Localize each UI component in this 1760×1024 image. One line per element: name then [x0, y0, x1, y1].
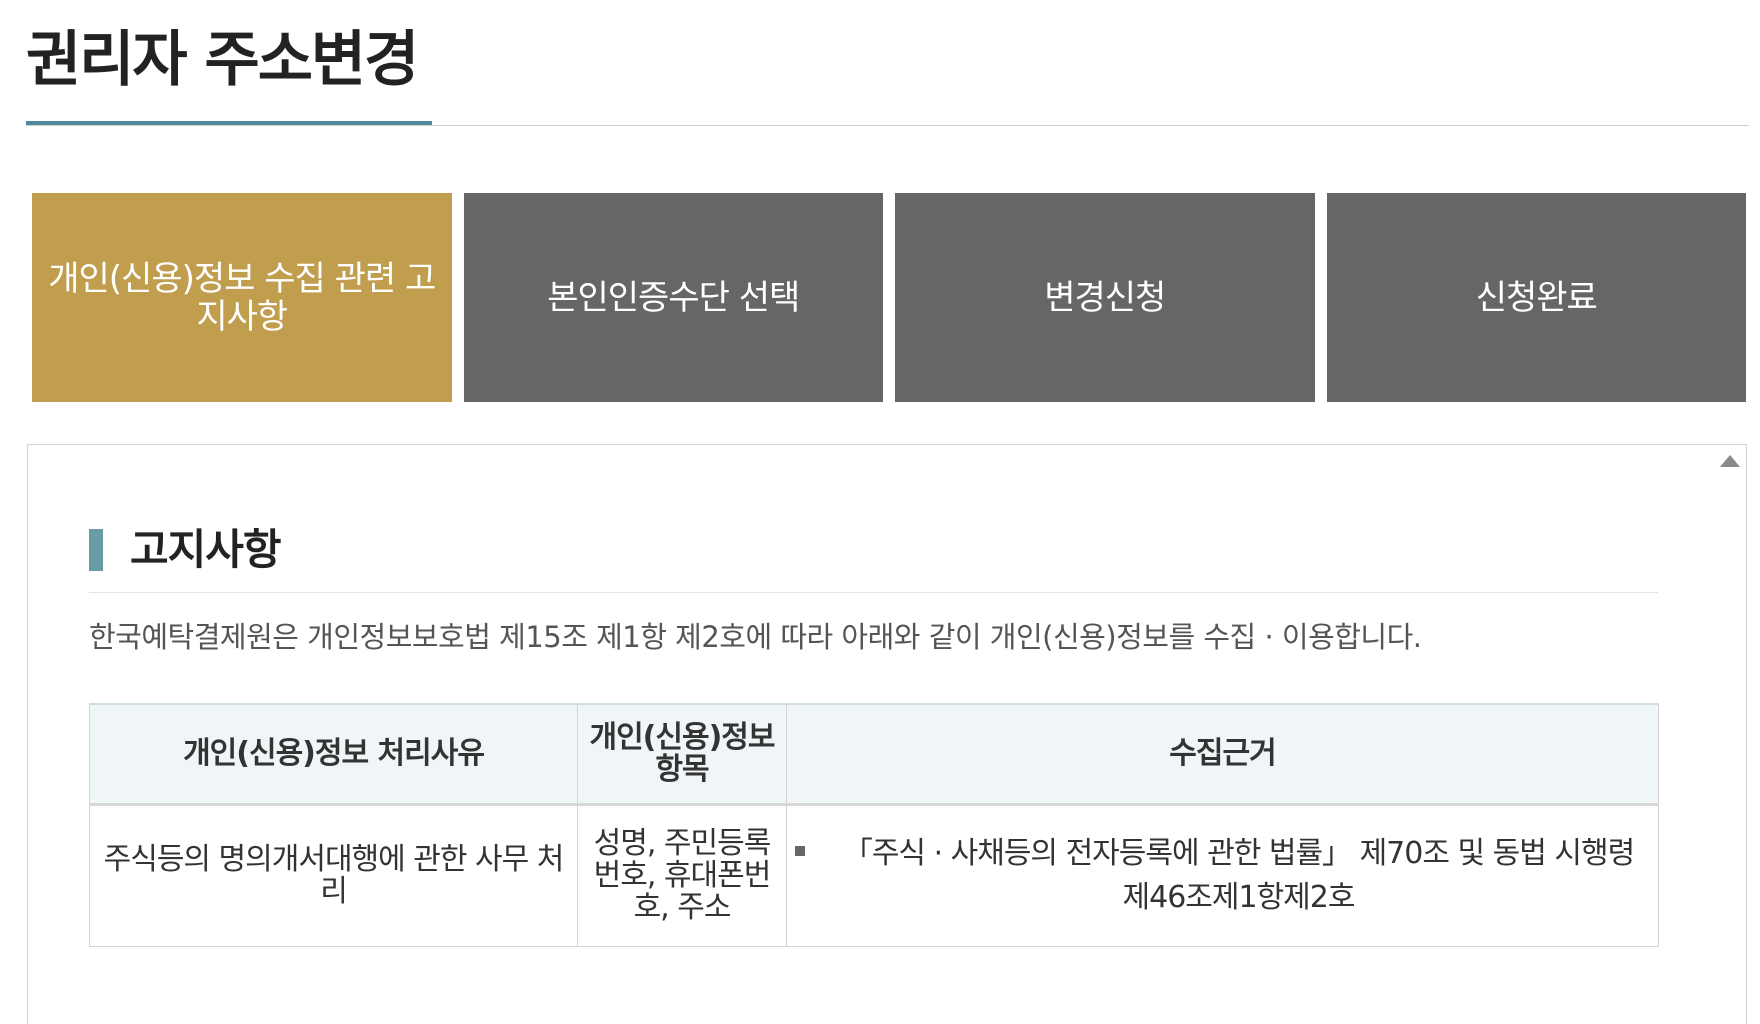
section-title: 고지사항	[130, 525, 282, 574]
step-notice: 개인(신용)정보 수집 관련 고지사항	[32, 193, 452, 402]
cell-reason: 주식등의 명의개서대행에 관한 사무 처리	[89, 803, 578, 947]
scroll-up-icon[interactable]	[1720, 455, 1740, 467]
step-notice-label: 개인(신용)정보 수집 관련 고지사항	[48, 258, 436, 337]
notice-panel[interactable]: 고지사항 한국예탁결제원은 개인정보보호법 제15조 제1항 제2호에 따라 아…	[27, 444, 1747, 1024]
table-header-row: 개인(신용)정보 처리사유 개인(신용)정보 항목 수집근거	[89, 703, 1659, 806]
notice-text: 한국예탁결제원은 개인정보보호법 제15조 제1항 제2호에 따라 아래와 같이…	[89, 620, 1422, 654]
square-bullet-icon	[795, 845, 805, 856]
cell-basis: 「주식 · 사채등의 전자등록에 관한 법률」 제70조 및 동법 시행령 제4…	[786, 803, 1659, 947]
table-row: 주식등의 명의개서대행에 관한 사무 처리 성명, 주민등록번호, 휴대폰번호,…	[89, 803, 1659, 947]
basis-text: 「주식 · 사채등의 전자등록에 관한 법률」 제70조 및 동법 시행령 제4…	[842, 835, 1635, 915]
page: 권리자 주소변경 개인(신용)정보 수집 관련 고지사항 본인인증수단 선택 변…	[0, 0, 1760, 1024]
header-items: 개인(신용)정보 항목	[577, 703, 787, 806]
page-title: 권리자 주소변경	[26, 25, 419, 95]
step-change-request-label: 변경신청	[1044, 277, 1166, 318]
info-table: 개인(신용)정보 처리사유 개인(신용)정보 항목 수집근거 주식등의 명의개서…	[89, 703, 1659, 947]
cell-items: 성명, 주민등록번호, 휴대폰번호, 주소	[577, 803, 787, 947]
step-indicator: 개인(신용)정보 수집 관련 고지사항 본인인증수단 선택 변경신청 신청완료	[32, 193, 1746, 402]
header-basis: 수집근거	[786, 703, 1659, 806]
title-accent-bar	[26, 121, 432, 125]
step-complete: 신청완료	[1326, 193, 1746, 402]
step-complete-label: 신청완료	[1475, 277, 1598, 318]
step-authentication: 본인인증수단 선택	[463, 193, 883, 402]
section-divider	[89, 592, 1658, 593]
basis-item: 「주식 · 사채등의 전자등록에 관한 법률」 제70조 및 동법 시행령 제4…	[795, 832, 1650, 920]
header-reason: 개인(신용)정보 처리사유	[89, 703, 578, 806]
step-change-request: 변경신청	[895, 193, 1315, 402]
section-marker	[89, 529, 103, 571]
step-authentication-label: 본인인증수단 선택	[547, 277, 800, 318]
title-divider	[26, 125, 1749, 126]
